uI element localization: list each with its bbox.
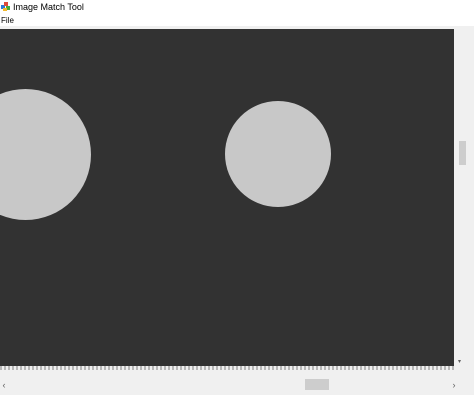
title-bar: Image Match Tool (0, 0, 474, 15)
scroll-down-icon[interactable]: ▾ (458, 359, 461, 365)
client-area: ▾ ‹ › (0, 26, 474, 395)
window-title: Image Match Tool (13, 2, 84, 12)
canvas-edge (0, 366, 454, 370)
circle-shape-left (0, 89, 91, 220)
menu-bar: File (0, 15, 474, 26)
app-icon (1, 2, 10, 11)
menu-file[interactable]: File (1, 15, 14, 26)
app-window: Image Match Tool File ▾ ‹ › (0, 0, 474, 395)
horizontal-scroll-thumb[interactable] (305, 379, 329, 390)
vertical-scroll-thumb[interactable] (459, 141, 466, 165)
image-canvas[interactable] (0, 29, 454, 366)
vertical-scrollbar[interactable]: ▾ (456, 29, 468, 366)
circle-shape-right (225, 101, 331, 207)
scroll-left-icon[interactable]: ‹ (0, 378, 8, 392)
horizontal-scrollbar[interactable]: ‹ › (0, 377, 474, 395)
scroll-right-icon[interactable]: › (450, 378, 458, 392)
